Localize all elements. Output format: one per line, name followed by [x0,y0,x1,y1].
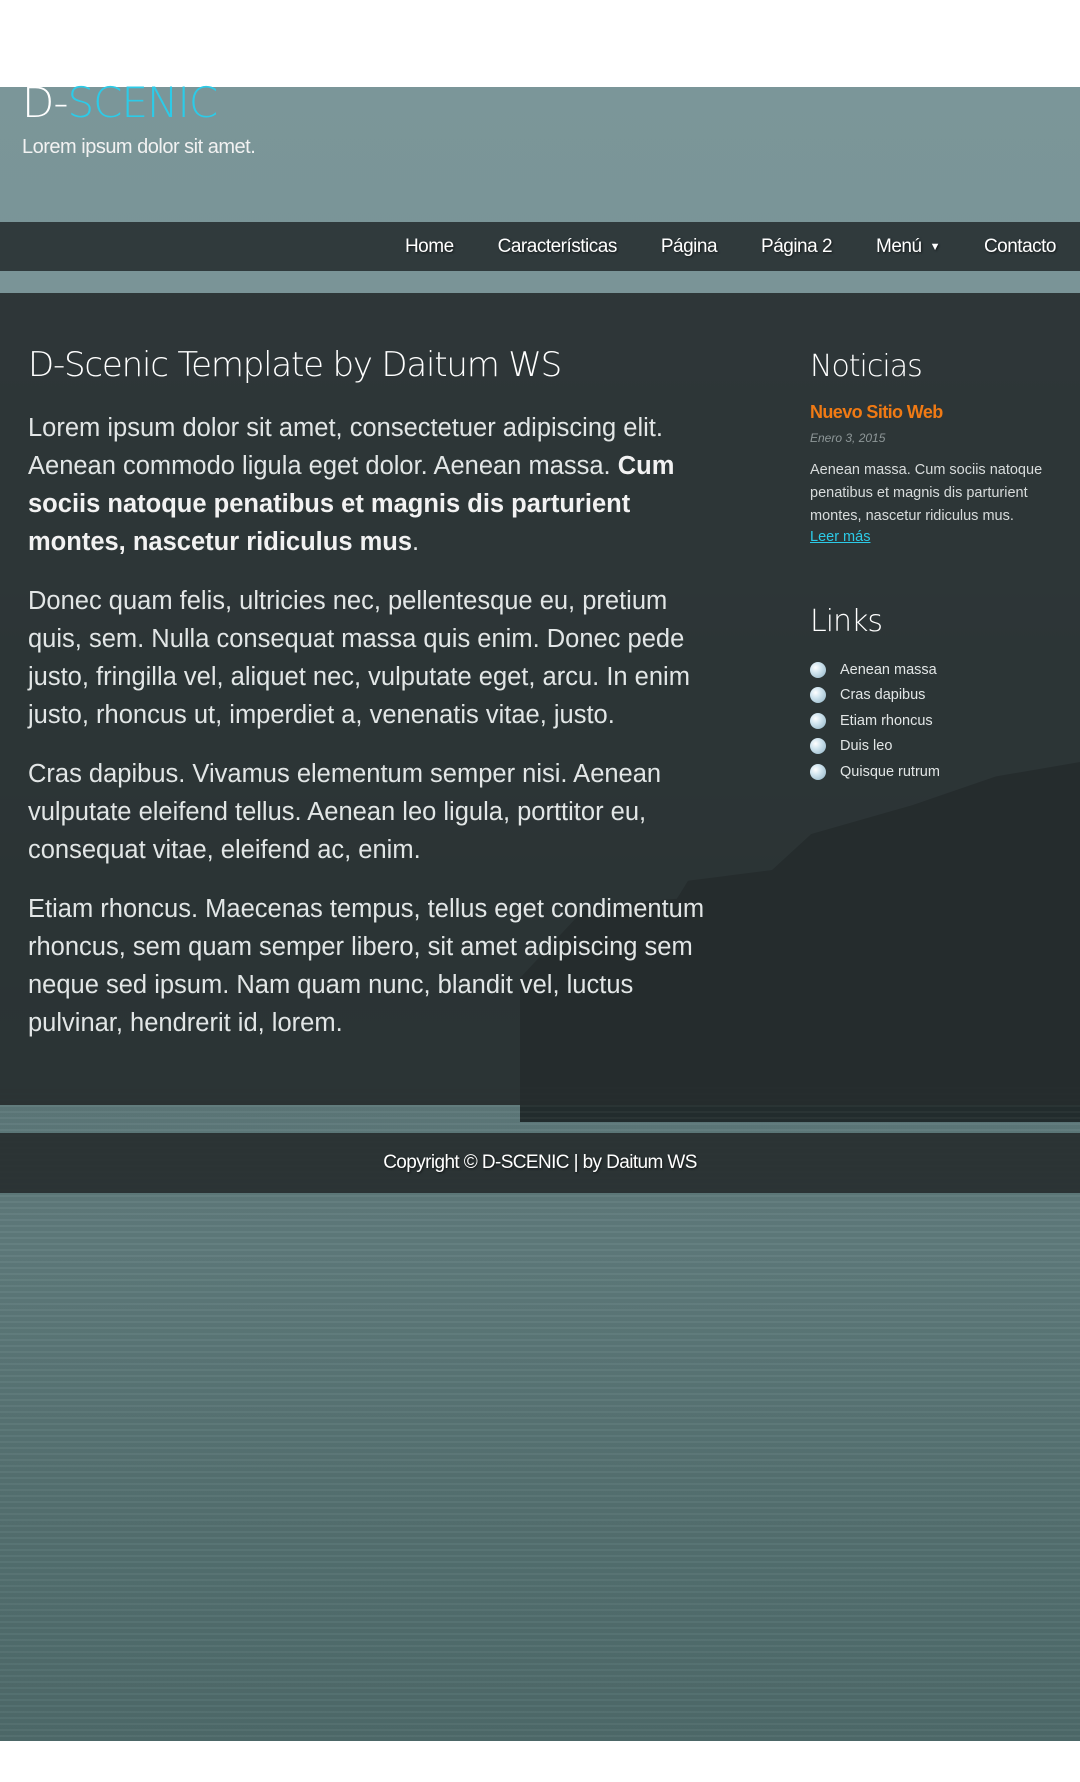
link-item[interactable]: Aenean massa [810,657,1050,683]
site-logo[interactable]: D-SCENIC [22,82,255,124]
copyright-text: Copyright © D-SCENIC | by Daitum WS [383,1152,697,1173]
link-item[interactable]: Etiam rhoncus [810,708,1050,734]
links-list: Aenean massa Cras dapibus Etiam rhoncus … [810,657,1050,785]
bullet-icon [810,763,826,780]
paragraph-4: Etiam rhoncus. Maecenas tempus, tellus e… [28,895,705,1037]
paragraph-2: Donec quam felis, ultricies nec, pellent… [28,587,690,729]
link-label: Etiam rhoncus [840,712,933,729]
link-label: Cras dapibus [840,687,926,704]
nav-caracteristicas[interactable]: Características [498,236,618,258]
read-more-link[interactable]: Leer más [810,529,870,545]
news-item-body: Aenean massa. Cum sociis natoque penatib… [810,462,1043,524]
caret-down-icon: ▼ [929,240,941,253]
paragraph-1-end: . [412,528,420,556]
nav-menu-label: Menú [876,235,922,257]
nav-pagina-2[interactable]: Página 2 [761,236,833,258]
link-label: Quisque rutrum [840,763,940,780]
news-item-date: Enero 3, 2015 [810,431,886,445]
main-navbar: Home Características Página Página 2 Men… [0,222,1080,271]
paragraph-3: Cras dapibus. Vivamus elementum semper n… [28,760,662,864]
nav-contacto[interactable]: Contacto [984,236,1057,258]
news-heading: Noticias [810,349,923,384]
logo-accent: SCENIC [67,78,219,127]
bullet-icon [810,687,826,704]
site-tagline: Lorem ipsum dolor sit amet. [22,136,256,158]
nav-menu-dropdown[interactable]: Menú ▼ [876,236,940,258]
paragraph-1-text: Lorem ipsum dolor sit amet, consectetuer… [28,414,663,480]
logo-prefix: D- [22,78,68,127]
links-heading: Links [810,604,883,639]
content-panel: D-Scenic Template by Daitum WS Lorem ips… [0,293,1080,1105]
site-footer: Copyright © D-SCENIC | by Daitum WS [0,1133,1080,1193]
link-label: Duis leo [840,738,893,755]
link-item[interactable]: Quisque rutrum [810,759,1050,785]
link-item[interactable]: Duis leo [810,734,1050,760]
bullet-icon [810,661,826,678]
news-item-title[interactable]: Nuevo Sitio Web [810,402,1050,423]
bullet-icon [810,712,826,729]
paragraph-1: Lorem ipsum dolor sit amet, consectetuer… [28,409,728,561]
link-label: Aenean massa [840,661,937,678]
nav-pagina[interactable]: Página [661,236,718,258]
links-section: Links Aenean massa Cras dapibus Etiam rh… [810,604,1050,785]
nav-home[interactable]: Home [405,236,454,258]
bullet-icon [810,738,826,755]
site-brand: D-SCENIC Lorem ipsum dolor sit amet. [22,82,256,159]
main-column: D-Scenic Template by Daitum WS Lorem ips… [28,345,728,1063]
link-item[interactable]: Cras dapibus [810,683,1050,709]
sidebar: Noticias Nuevo Sitio Web Enero 3, 2015 A… [810,349,1050,785]
page-title: D-Scenic Template by Daitum WS [28,345,562,385]
